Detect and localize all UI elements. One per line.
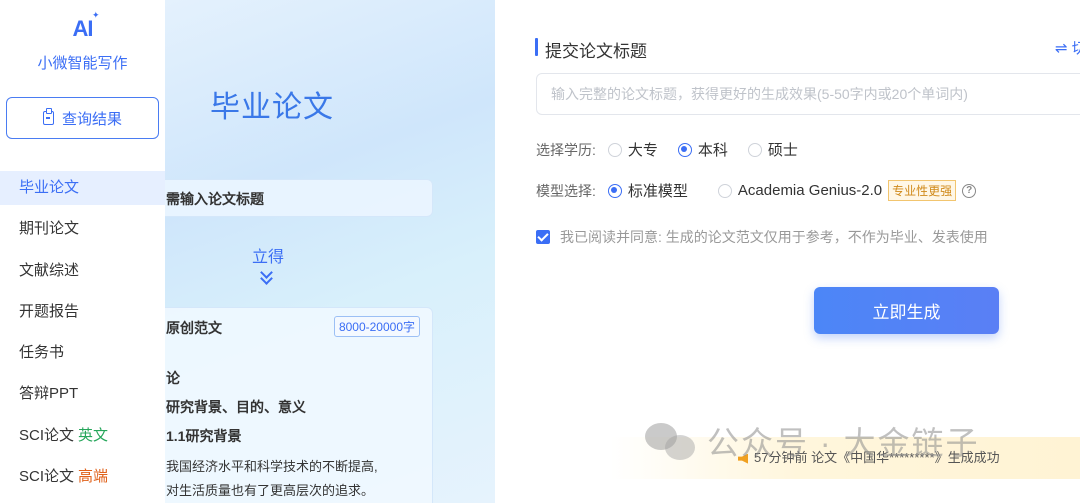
chevron-down-icon bbox=[260, 266, 274, 288]
education-label: 选择学历: bbox=[536, 141, 596, 158]
radio-academia-genius[interactable]: Academia Genius-2.0 bbox=[717, 182, 882, 199]
generate-button[interactable]: 立即生成 bbox=[814, 287, 999, 334]
thesis-form: 提交论文标题 ⇌ 切 选择学历: 大专 本科 硕士 模型选择: 标准模型 Aca… bbox=[495, 0, 1080, 503]
agreement-row[interactable]: 我已阅读并同意: 生成的论文范文仅用于参考，不作为毕业、发表使用 bbox=[536, 227, 988, 247]
notice-bar: 57分钟前 论文《中国华*********》生成成功 bbox=[610, 437, 1080, 479]
word-count-badge: 8000-20000字 bbox=[333, 316, 420, 337]
clipboard-icon bbox=[42, 108, 54, 125]
brand-name: 小微智能写作 bbox=[37, 55, 128, 72]
doc-line: 论 bbox=[166, 370, 180, 386]
notice-text: 57分钟前 论文《中国华*********》生成成功 bbox=[754, 450, 1000, 465]
thesis-title-input[interactable] bbox=[536, 73, 1080, 115]
brand-logo[interactable]: AI ✦ 小微智能写作 bbox=[0, 10, 165, 73]
ai-logo-icon: AI ✦ bbox=[72, 10, 100, 41]
doc-line: 研究背景、目的、意义 bbox=[166, 399, 306, 415]
radio-dot bbox=[747, 142, 762, 157]
doc-paragraph: 我国经济水平和科学技术的不断提高, 对生活质量也有了更高层次的追求。 bbox=[166, 459, 378, 498]
radio-dot bbox=[717, 183, 732, 198]
radio-master[interactable]: 硕士 bbox=[747, 139, 798, 160]
switch-mode-button[interactable]: ⇌ 切 bbox=[1055, 37, 1080, 58]
sidebar-item-graduation-thesis[interactable]: 毕业论文 bbox=[0, 171, 165, 205]
sidebar-item-proposal-report[interactable]: 开题报告 bbox=[0, 295, 165, 336]
help-icon[interactable]: ? bbox=[962, 183, 977, 198]
query-results-label: 查询结果 bbox=[61, 110, 122, 128]
step-input-title: 需输入论文标题 bbox=[165, 179, 433, 217]
query-results-button[interactable]: 查询结果 bbox=[6, 97, 159, 139]
preview-title: 毕业论文 bbox=[210, 91, 334, 124]
model-label: 模型选择: bbox=[536, 182, 596, 199]
sidebar-item-sci-english[interactable]: SCI论文 英文 bbox=[0, 419, 165, 460]
sidebar-item-task-book[interactable]: 任务书 bbox=[0, 336, 165, 377]
education-selector: 选择学历: 大专 本科 硕士 bbox=[536, 139, 818, 160]
radio-dot-selected bbox=[677, 142, 692, 157]
sample-doc-card: 原创范文 8000-20000字 论 研究背景、目的、意义 1.1研究背景 我国… bbox=[165, 307, 433, 503]
sidebar-item-journal-paper[interactable]: 期刊论文 bbox=[0, 212, 165, 253]
sidebar-item-defense-ppt[interactable]: 答辩PPT bbox=[0, 377, 165, 418]
agreement-text: 我已阅读并同意: 生成的论文范文仅用于参考，不作为毕业、发表使用 bbox=[560, 229, 988, 245]
radio-dot bbox=[607, 142, 622, 157]
sidebar: AI ✦ 小微智能写作 查询结果 毕业论文 期刊论文 文献综述 开题报告 任务书 … bbox=[0, 0, 165, 503]
radio-dot-selected bbox=[607, 183, 622, 198]
tag-premium: 高端 bbox=[78, 468, 109, 486]
form-title: 提交论文标题 bbox=[535, 37, 647, 62]
radio-bachelor[interactable]: 本科 bbox=[677, 139, 728, 160]
model-selector: 模型选择: 标准模型 Academia Genius-2.0 专业性更强 ? bbox=[536, 180, 977, 201]
speaker-icon bbox=[738, 453, 748, 464]
doc-line: 1.1研究背景 bbox=[166, 428, 242, 444]
radio-junior-college[interactable]: 大专 bbox=[607, 139, 658, 160]
pro-badge: 专业性更强 bbox=[888, 180, 957, 201]
agreement-checkbox[interactable] bbox=[536, 230, 550, 244]
tag-english: 英文 bbox=[78, 426, 109, 444]
arrow-label: 立得 bbox=[252, 249, 285, 266]
sidebar-nav: 毕业论文 期刊论文 文献综述 开题报告 任务书 答辩PPT SCI论文 英文 SC… bbox=[0, 171, 165, 501]
radio-standard-model[interactable]: 标准模型 bbox=[607, 180, 688, 201]
preview-panel: 毕业论文 需输入论文标题 立得 原创范文 8000-20000字 论 研究背景、… bbox=[165, 0, 495, 503]
sidebar-item-literature-review[interactable]: 文献综述 bbox=[0, 254, 165, 295]
sidebar-item-sci-premium[interactable]: SCI论文 高端 bbox=[0, 460, 165, 501]
